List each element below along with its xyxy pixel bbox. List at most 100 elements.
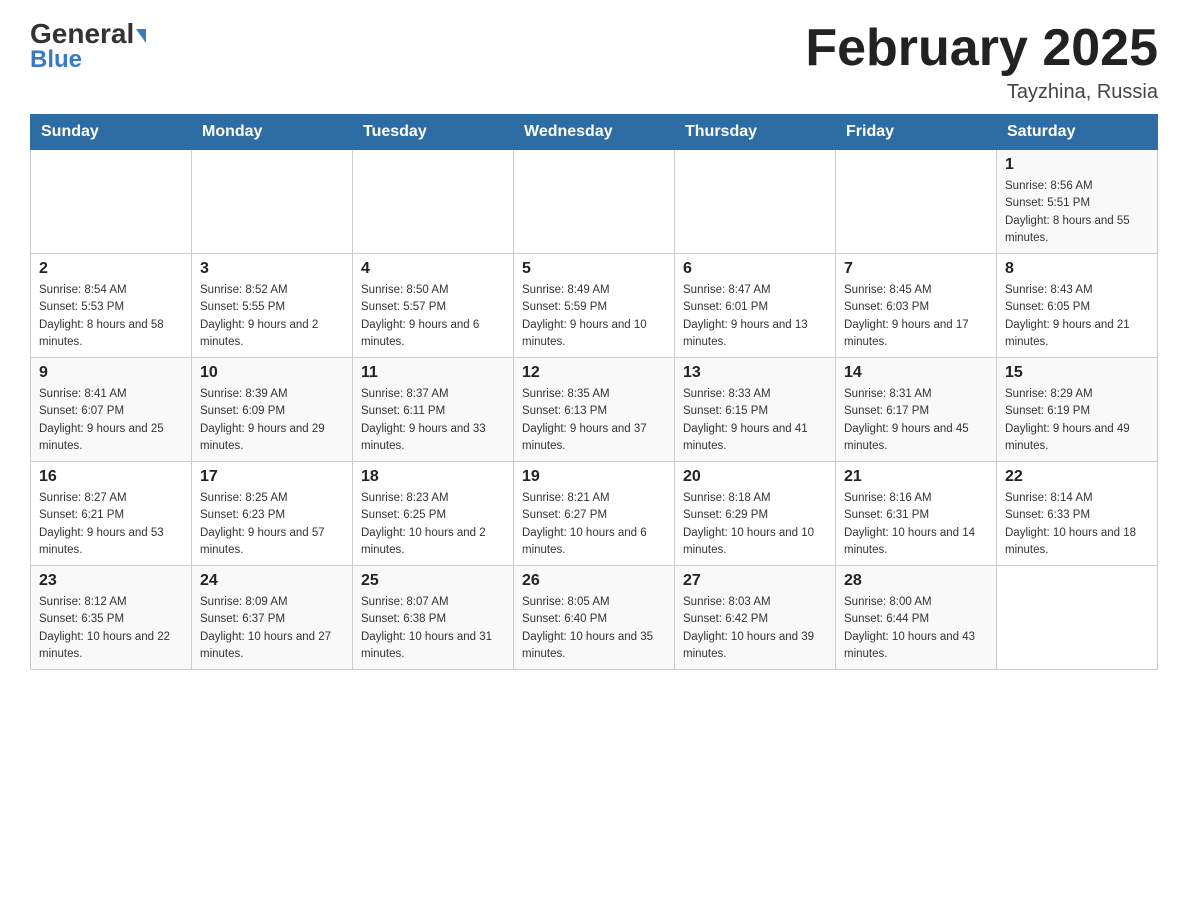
day-info: Sunrise: 8:29 AMSunset: 6:19 PMDaylight:…: [1005, 386, 1149, 455]
day-number: 11: [361, 364, 505, 382]
calendar-cell: [31, 150, 192, 254]
day-info: Sunrise: 8:14 AMSunset: 6:33 PMDaylight:…: [1005, 490, 1149, 559]
calendar-cell: [192, 150, 353, 254]
title-section: February 2025 Tayzhina, Russia: [805, 20, 1158, 104]
calendar-cell: 21Sunrise: 8:16 AMSunset: 6:31 PMDayligh…: [836, 462, 997, 566]
calendar-cell: 9 Sunrise: 8:41 AMSunset: 6:07 PMDaylight…: [31, 358, 192, 462]
day-number: 7: [844, 260, 988, 278]
day-number: 24: [200, 572, 344, 590]
day-info: Sunrise: 8:45 AMSunset: 6:03 PMDaylight:…: [844, 282, 988, 351]
day-info: Sunrise: 8:18 AMSunset: 6:29 PMDaylight:…: [683, 490, 827, 559]
calendar-cell: 27 Sunrise: 8:03 AMSunset: 6:42 PMDayligh…: [675, 566, 836, 670]
calendar-cell: 11 Sunrise: 8:37 AMSunset: 6:11 PMDayligh…: [353, 358, 514, 462]
calendar-cell: 15 Sunrise: 8:29 AMSunset: 6:19 PMDayligh…: [997, 358, 1158, 462]
col-thursday: Thursday: [675, 115, 836, 150]
day-info: Sunrise: 8:07 AMSunset: 6:38 PMDaylight:…: [361, 594, 505, 663]
day-number: 8: [1005, 260, 1149, 278]
day-info: Sunrise: 8:56 AMSunset: 5:51 PMDaylight:…: [1005, 178, 1149, 247]
day-number: 23: [39, 572, 183, 590]
day-number: 27: [683, 572, 827, 590]
calendar-cell: 4 Sunrise: 8:50 AMSunset: 5:57 PMDaylight…: [353, 254, 514, 358]
day-info: Sunrise: 8:35 AMSunset: 6:13 PMDaylight:…: [522, 386, 666, 455]
col-saturday: Saturday: [997, 115, 1158, 150]
day-number: 12: [522, 364, 666, 382]
calendar-cell: [514, 150, 675, 254]
day-number: 5: [522, 260, 666, 278]
calendar-week-row: 1 Sunrise: 8:56 AMSunset: 5:51 PMDaylight…: [31, 150, 1158, 254]
day-number: 13: [683, 364, 827, 382]
day-number: 10: [200, 364, 344, 382]
calendar-cell: 5 Sunrise: 8:49 AMSunset: 5:59 PMDaylight…: [514, 254, 675, 358]
calendar-table: Sunday Monday Tuesday Wednesday Thursday…: [30, 114, 1158, 670]
day-number: 6: [683, 260, 827, 278]
calendar-cell: 18 Sunrise: 8:23 AMSunset: 6:25 PMDayligh…: [353, 462, 514, 566]
day-info: Sunrise: 8:39 AMSunset: 6:09 PMDaylight:…: [200, 386, 344, 455]
calendar-cell: 20 Sunrise: 8:18 AMSunset: 6:29 PMDayligh…: [675, 462, 836, 566]
calendar-cell: [675, 150, 836, 254]
calendar-cell: 1 Sunrise: 8:56 AMSunset: 5:51 PMDaylight…: [997, 150, 1158, 254]
day-number: 18: [361, 468, 505, 486]
day-info: Sunrise: 8:43 AMSunset: 6:05 PMDaylight:…: [1005, 282, 1149, 351]
calendar-cell: 26 Sunrise: 8:05 AMSunset: 6:40 PMDayligh…: [514, 566, 675, 670]
day-number: 14: [844, 364, 988, 382]
day-number: 16: [39, 468, 183, 486]
day-info: Sunrise: 8:21 AMSunset: 6:27 PMDaylight:…: [522, 490, 666, 559]
col-tuesday: Tuesday: [353, 115, 514, 150]
day-number: 20: [683, 468, 827, 486]
month-title: February 2025: [805, 20, 1158, 77]
day-info: Sunrise: 8:27 AMSunset: 6:21 PMDaylight:…: [39, 490, 183, 559]
calendar-cell: 7 Sunrise: 8:45 AMSunset: 6:03 PMDaylight…: [836, 254, 997, 358]
location-subtitle: Tayzhina, Russia: [805, 81, 1158, 104]
logo: General Blue: [30, 20, 146, 74]
day-info: Sunrise: 8:50 AMSunset: 5:57 PMDaylight:…: [361, 282, 505, 351]
day-number: 2: [39, 260, 183, 278]
day-number: 28: [844, 572, 988, 590]
calendar-cell: 16 Sunrise: 8:27 AMSunset: 6:21 PMDayligh…: [31, 462, 192, 566]
day-number: 21: [844, 468, 988, 486]
col-wednesday: Wednesday: [514, 115, 675, 150]
calendar-cell: 12 Sunrise: 8:35 AMSunset: 6:13 PMDayligh…: [514, 358, 675, 462]
day-info: Sunrise: 8:52 AMSunset: 5:55 PMDaylight:…: [200, 282, 344, 351]
calendar-cell: 8 Sunrise: 8:43 AMSunset: 6:05 PMDaylight…: [997, 254, 1158, 358]
calendar-cell: 24Sunrise: 8:09 AMSunset: 6:37 PMDayligh…: [192, 566, 353, 670]
day-number: 22: [1005, 468, 1149, 486]
col-friday: Friday: [836, 115, 997, 150]
day-info: Sunrise: 8:23 AMSunset: 6:25 PMDaylight:…: [361, 490, 505, 559]
logo-arrow-icon: [136, 29, 146, 43]
calendar-cell: 28Sunrise: 8:00 AMSunset: 6:44 PMDayligh…: [836, 566, 997, 670]
day-info: Sunrise: 8:12 AMSunset: 6:35 PMDaylight:…: [39, 594, 183, 663]
calendar-cell: 10 Sunrise: 8:39 AMSunset: 6:09 PMDayligh…: [192, 358, 353, 462]
day-info: Sunrise: 8:05 AMSunset: 6:40 PMDaylight:…: [522, 594, 666, 663]
calendar-header-row: Sunday Monday Tuesday Wednesday Thursday…: [31, 115, 1158, 150]
calendar-week-row: 16 Sunrise: 8:27 AMSunset: 6:21 PMDayligh…: [31, 462, 1158, 566]
day-info: Sunrise: 8:25 AMSunset: 6:23 PMDaylight:…: [200, 490, 344, 559]
calendar-cell: 14 Sunrise: 8:31 AMSunset: 6:17 PMDayligh…: [836, 358, 997, 462]
day-number: 3: [200, 260, 344, 278]
page-header: General Blue February 2025 Tayzhina, Rus…: [30, 20, 1158, 104]
day-number: 1: [1005, 156, 1149, 174]
calendar-cell: 19Sunrise: 8:21 AMSunset: 6:27 PMDayligh…: [514, 462, 675, 566]
day-info: Sunrise: 8:41 AMSunset: 6:07 PMDaylight:…: [39, 386, 183, 455]
day-info: Sunrise: 8:37 AMSunset: 6:11 PMDaylight:…: [361, 386, 505, 455]
day-number: 4: [361, 260, 505, 278]
calendar-cell: [836, 150, 997, 254]
calendar-week-row: 2 Sunrise: 8:54 AMSunset: 5:53 PMDaylight…: [31, 254, 1158, 358]
day-info: Sunrise: 8:03 AMSunset: 6:42 PMDaylight:…: [683, 594, 827, 663]
day-info: Sunrise: 8:47 AMSunset: 6:01 PMDaylight:…: [683, 282, 827, 351]
calendar-cell: [353, 150, 514, 254]
day-number: 15: [1005, 364, 1149, 382]
calendar-cell: 2 Sunrise: 8:54 AMSunset: 5:53 PMDaylight…: [31, 254, 192, 358]
calendar-week-row: 23 Sunrise: 8:12 AMSunset: 6:35 PMDayligh…: [31, 566, 1158, 670]
day-number: 26: [522, 572, 666, 590]
day-number: 9: [39, 364, 183, 382]
logo-blue-text: Blue: [30, 46, 82, 74]
logo-general-text: General: [30, 20, 146, 48]
calendar-cell: 17Sunrise: 8:25 AMSunset: 6:23 PMDayligh…: [192, 462, 353, 566]
day-info: Sunrise: 8:54 AMSunset: 5:53 PMDaylight:…: [39, 282, 183, 351]
col-sunday: Sunday: [31, 115, 192, 150]
day-info: Sunrise: 8:49 AMSunset: 5:59 PMDaylight:…: [522, 282, 666, 351]
calendar-cell: 6 Sunrise: 8:47 AMSunset: 6:01 PMDaylight…: [675, 254, 836, 358]
day-info: Sunrise: 8:31 AMSunset: 6:17 PMDaylight:…: [844, 386, 988, 455]
day-info: Sunrise: 8:33 AMSunset: 6:15 PMDaylight:…: [683, 386, 827, 455]
calendar-cell: 23 Sunrise: 8:12 AMSunset: 6:35 PMDayligh…: [31, 566, 192, 670]
